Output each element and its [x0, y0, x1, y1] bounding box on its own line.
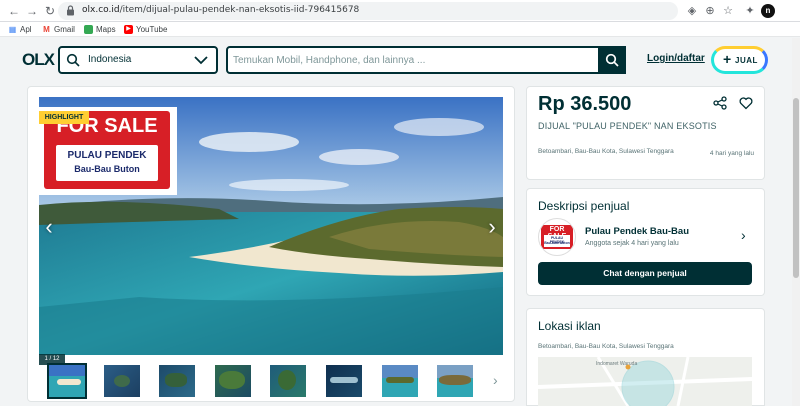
- chat-seller-button[interactable]: Chat dengan penjual: [538, 262, 752, 285]
- search-placeholder: Temukan Mobil, Handphone, dan lainnya ..…: [233, 55, 426, 66]
- listing-posted-time: 4 hari yang lalu: [709, 150, 754, 157]
- olx-logo[interactable]: OLX: [22, 50, 55, 70]
- sell-label: JUAL: [735, 56, 758, 65]
- puzzle-icon[interactable]: ✦: [742, 3, 758, 19]
- share-icon[interactable]: [713, 96, 727, 110]
- extension-icon[interactable]: ◈: [684, 3, 700, 19]
- location-address: Betoambari, Bau-Bau Kota, Sulawesi Tengg…: [538, 343, 674, 350]
- chevron-right-icon[interactable]: ›: [741, 227, 746, 243]
- search-button[interactable]: [598, 46, 626, 74]
- map-place-label: Indomaret Waruda: [596, 361, 638, 367]
- avatar-line-3: Bau-Bau Buton: [544, 241, 570, 245]
- bookmark-gmail[interactable]: M Gmail: [42, 23, 75, 36]
- zoom-icon[interactable]: ⊕: [702, 3, 718, 19]
- page-scrollbar[interactable]: [792, 38, 800, 406]
- browser-toolbar: ← → ↻ olx.co.id/item/dijual-pulau-pendek…: [0, 0, 800, 22]
- scrollbar-thumb[interactable]: [793, 98, 799, 278]
- chevron-down-icon: [194, 56, 208, 65]
- thumbnail[interactable]: [159, 365, 195, 397]
- prev-photo-arrow[interactable]: ‹: [41, 215, 57, 239]
- gmail-icon: M: [43, 25, 50, 34]
- listing-location: Betoambari, Bau-Bau Kota, Sulawesi Tengg…: [538, 148, 674, 155]
- bookmarks-bar: ▦ Apl M Gmail Maps ▶ YouTube: [0, 22, 800, 37]
- plus-icon: +: [723, 51, 732, 67]
- search-icon: [66, 53, 80, 67]
- location-value: Indonesia: [88, 54, 132, 65]
- reload-icon[interactable]: ↻: [42, 3, 58, 19]
- seller-name[interactable]: Pulau Pendek Bau-Bau: [585, 226, 689, 237]
- next-photo-arrow[interactable]: ›: [484, 215, 500, 239]
- forward-icon[interactable]: →: [24, 3, 40, 19]
- listing-title: DIJUAL "PULAU PENDEK" NAN EKSOTIS: [538, 121, 717, 131]
- seller-avatar[interactable]: FOR SALE PULAU PENDEK Bau-Bau Buton: [538, 218, 576, 256]
- thumbnail[interactable]: [104, 365, 140, 397]
- login-link[interactable]: Login/daftar: [647, 53, 705, 64]
- thumbnail[interactable]: [270, 365, 306, 397]
- seller-member-since: Anggota sejak 4 hari yang lalu: [585, 240, 679, 247]
- thumbnail[interactable]: [47, 363, 87, 399]
- site-header: OLX Indonesia Temukan Mobil, Handphone, …: [0, 38, 792, 82]
- listing-price: Rp 36.500: [538, 93, 632, 115]
- address-bar[interactable]: olx.co.id/item/dijual-pulau-pendek-nan-e…: [58, 2, 678, 20]
- location-heading: Lokasi iklan: [538, 319, 601, 333]
- seller-heading: Deskripsi penjual: [538, 199, 630, 213]
- maps-icon: [84, 25, 93, 34]
- search-icon: [605, 53, 619, 67]
- map-graphic: [538, 357, 752, 406]
- bookmark-youtube[interactable]: ▶ YouTube: [124, 23, 167, 36]
- lock-icon: [67, 5, 74, 16]
- thumbnail[interactable]: [382, 365, 418, 397]
- location-select[interactable]: Indonesia: [58, 46, 218, 74]
- bookmark-maps[interactable]: Maps: [84, 23, 116, 36]
- avatar-inner: PULAU PENDEK Bau-Bau Buton: [544, 235, 570, 247]
- apps-grid-icon: ▦: [8, 25, 17, 34]
- main-photo[interactable]: FOR SALE PULAU PENDEK Bau-Bau Buton: [39, 97, 503, 355]
- search-input[interactable]: Temukan Mobil, Handphone, dan lainnya ..…: [226, 46, 626, 74]
- url-text: olx.co.id/item/dijual-pulau-pendek-nan-e…: [82, 5, 360, 15]
- thumbnail-strip: [39, 362, 503, 399]
- thumbnail-next-arrow[interactable]: ›: [493, 372, 498, 388]
- thumbnail[interactable]: [215, 365, 251, 397]
- location-map[interactable]: Indomaret Waruda: [538, 357, 752, 406]
- star-icon[interactable]: ☆: [720, 3, 736, 19]
- avatar-red-box: FOR SALE PULAU PENDEK Bau-Bau Buton: [541, 225, 573, 249]
- youtube-icon: ▶: [124, 25, 133, 34]
- profile-avatar[interactable]: n: [761, 4, 775, 18]
- sign-line-2: PULAU PENDEK: [67, 150, 147, 161]
- bookmark-apps[interactable]: ▦ Apl: [8, 23, 32, 36]
- sign-inner-box: PULAU PENDEK Bau-Bau Buton: [56, 145, 158, 181]
- highlight-badge: HIGHLIGHT: [39, 111, 89, 124]
- sign-line-3: Bau-Bau Buton: [74, 164, 140, 174]
- thumbnail[interactable]: [326, 365, 362, 397]
- thumbnail[interactable]: [437, 365, 473, 397]
- sell-button[interactable]: + JUAL: [711, 46, 768, 74]
- back-icon[interactable]: ←: [6, 3, 22, 19]
- heart-icon[interactable]: [739, 96, 753, 110]
